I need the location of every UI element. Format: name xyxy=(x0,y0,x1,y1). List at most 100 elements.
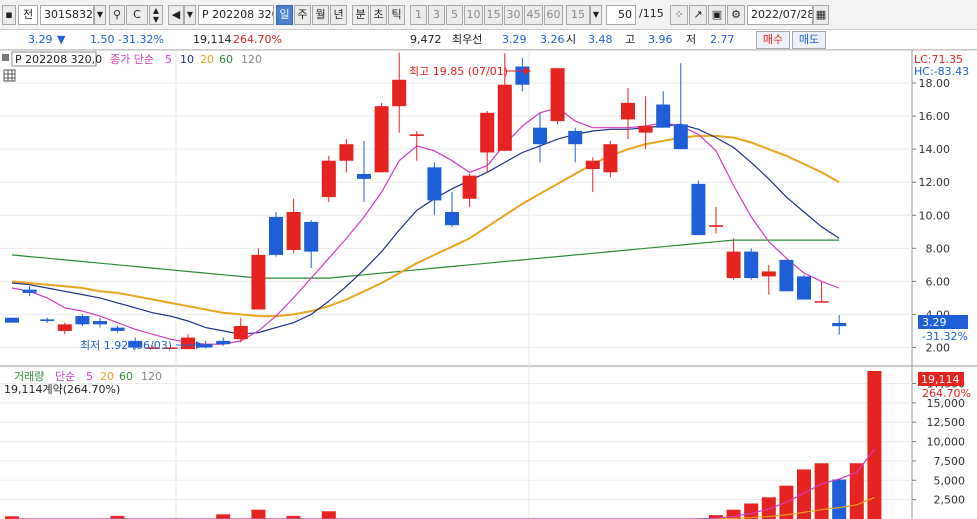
candle-body[interactable] xyxy=(93,321,107,325)
spin-icon[interactable]: ▲ ▼ xyxy=(149,5,163,25)
menu-icon[interactable]: ▪ xyxy=(2,5,16,25)
interval-60-button[interactable]: 60 xyxy=(544,5,563,25)
candle-body[interactable] xyxy=(339,144,354,161)
grid-icon[interactable] xyxy=(3,69,16,82)
candle-body[interactable] xyxy=(5,317,19,323)
candle-body[interactable] xyxy=(638,126,653,133)
candle-body[interactable] xyxy=(709,225,723,227)
sell-button[interactable]: 매도 xyxy=(792,31,826,49)
period-month-tab[interactable]: 월 xyxy=(312,5,329,25)
candle-body[interactable] xyxy=(568,130,583,145)
volume-ma120-legend[interactable]: 120 xyxy=(141,370,162,383)
candle-body[interactable] xyxy=(216,340,231,345)
candle-body[interactable] xyxy=(761,271,776,277)
period-year-tab[interactable]: 년 xyxy=(330,5,347,25)
option-name-field[interactable]: P 202208 320 xyxy=(198,5,274,25)
volume-bar[interactable] xyxy=(321,511,336,519)
interval-10-button[interactable]: 10 xyxy=(464,5,483,25)
candle-body[interactable] xyxy=(462,175,477,199)
interval-5-button[interactable]: 5 xyxy=(446,5,463,25)
high-price: 3.96 xyxy=(648,33,673,46)
code-type-button[interactable]: 전 xyxy=(18,5,38,25)
ma60-legend[interactable]: 60 xyxy=(219,53,233,66)
hc-label: HC:-83.43 xyxy=(914,65,969,78)
candle-body[interactable] xyxy=(533,127,547,145)
candle-body[interactable] xyxy=(374,106,389,173)
period-tick-tab[interactable]: 틱 xyxy=(388,5,405,25)
candle-body[interactable] xyxy=(691,183,706,236)
volume-bar[interactable] xyxy=(744,503,759,519)
candle-body[interactable] xyxy=(497,84,512,151)
code-dropdown-icon[interactable]: ▼ xyxy=(94,5,106,25)
interval-30-button[interactable]: 30 xyxy=(504,5,523,25)
calendar-icon[interactable]: ▦ xyxy=(813,5,829,25)
candle-body[interactable] xyxy=(357,173,371,179)
interval-45-button[interactable]: 45 xyxy=(524,5,543,25)
candle-body[interactable] xyxy=(585,160,600,169)
date-input[interactable]: 2022/07/28 xyxy=(747,5,813,25)
volume-ma-label: 단순 xyxy=(55,370,75,383)
candle-body[interactable] xyxy=(40,319,55,322)
candle-body[interactable] xyxy=(832,323,847,327)
volume-ma60-legend[interactable]: 60 xyxy=(119,370,133,383)
candle-body[interactable] xyxy=(797,276,811,300)
interval-select[interactable]: 15 xyxy=(566,5,590,25)
interval-dropdown-icon[interactable]: ▼ xyxy=(590,5,602,25)
grid-toggle-icon[interactable]: ⁘ xyxy=(670,5,688,25)
candle-body[interactable] xyxy=(286,211,301,250)
save-icon[interactable]: ▣ xyxy=(708,5,726,25)
candle-body[interactable] xyxy=(726,251,741,279)
candle-body[interactable] xyxy=(181,337,195,350)
code-input[interactable]: 301S8320 xyxy=(40,5,94,25)
ma10-legend[interactable]: 10 xyxy=(180,53,194,66)
interval-3-button[interactable]: 3 xyxy=(428,5,445,25)
ma20-legend[interactable]: 20 xyxy=(200,53,214,66)
candle-body[interactable] xyxy=(779,259,794,292)
search-icon[interactable]: ⚲ xyxy=(109,5,125,25)
volume-bar[interactable] xyxy=(867,370,882,519)
interval-15-button[interactable]: 15 xyxy=(484,5,503,25)
candle-body[interactable] xyxy=(427,167,442,201)
candle-body[interactable] xyxy=(57,324,72,331)
trend-tool-icon[interactable]: ↗ xyxy=(689,5,707,25)
candle-body[interactable] xyxy=(22,289,37,293)
volume-ma20-legend[interactable]: 20 xyxy=(100,370,114,383)
candle-body[interactable] xyxy=(814,301,829,303)
ma120-legend[interactable]: 120 xyxy=(241,53,262,66)
candle-body[interactable] xyxy=(321,160,336,198)
chart-canvas[interactable]: 2.004.006.008.0010.0012.0014.0016.0018.0… xyxy=(0,49,977,519)
candle-body[interactable] xyxy=(656,104,671,128)
candle-body[interactable] xyxy=(621,102,635,120)
speaker-dropdown-icon[interactable]: ▼ xyxy=(184,5,196,25)
candle-body[interactable] xyxy=(392,79,407,107)
ma5-legend[interactable]: 5 xyxy=(165,53,172,66)
volume-bar[interactable] xyxy=(832,479,847,519)
candle-body[interactable] xyxy=(233,325,248,340)
count-input[interactable]: 50 xyxy=(606,5,636,25)
candle-body[interactable] xyxy=(110,327,125,331)
settings-icon[interactable]: ⚙ xyxy=(727,5,745,25)
volume-bar[interactable] xyxy=(251,509,266,519)
speaker-icon[interactable]: ◀ xyxy=(168,5,184,25)
candle-body[interactable] xyxy=(673,124,688,150)
candle-body[interactable] xyxy=(445,211,459,226)
candle-body[interactable] xyxy=(251,254,266,310)
zoom-button[interactable]: C xyxy=(126,5,148,25)
candle-body[interactable] xyxy=(550,68,565,122)
candle-body[interactable] xyxy=(603,144,618,173)
period-second-tab[interactable]: 초 xyxy=(370,5,387,25)
interval-1-button[interactable]: 1 xyxy=(410,5,427,25)
volume-ma5-legend[interactable]: 5 xyxy=(86,370,93,383)
candle-body[interactable] xyxy=(304,221,319,252)
candle-body[interactable] xyxy=(269,216,283,255)
pane-toggle-icon[interactable] xyxy=(2,54,9,61)
candle-body[interactable] xyxy=(75,316,90,325)
period-minute-tab[interactable]: 분 xyxy=(352,5,369,25)
candle-body[interactable] xyxy=(409,134,424,136)
volume-bar[interactable] xyxy=(216,514,231,519)
candle-body[interactable] xyxy=(744,251,759,279)
period-day-tab[interactable]: 일 xyxy=(276,5,293,25)
candle-body[interactable] xyxy=(480,112,495,153)
buy-button[interactable]: 매수 xyxy=(756,31,790,49)
period-week-tab[interactable]: 주 xyxy=(294,5,311,25)
